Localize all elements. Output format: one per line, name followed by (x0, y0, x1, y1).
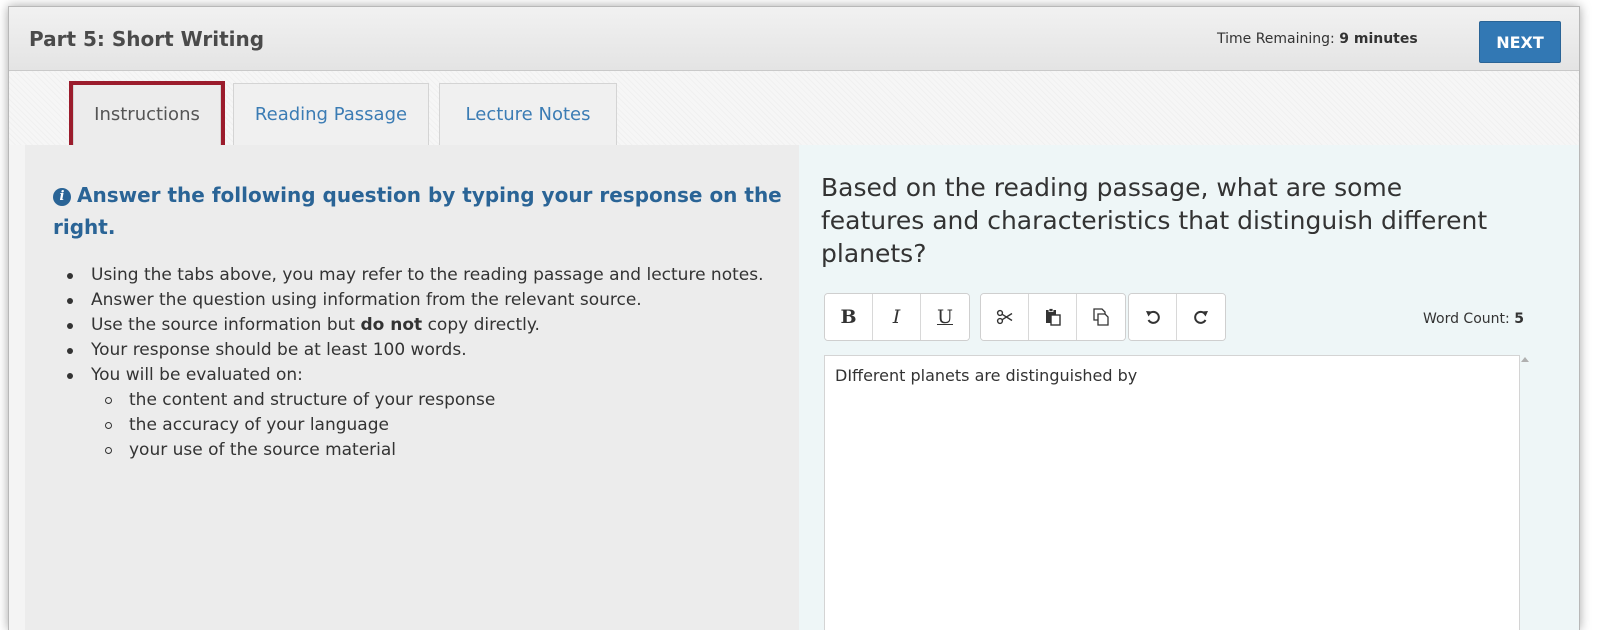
format-button-group: B I U (824, 293, 970, 341)
sub-list-item: your use of the source material (91, 438, 803, 463)
tab-bar: Instructions Reading Passage Lecture Not… (9, 71, 1579, 145)
list-item: Your response should be at least 100 wor… (53, 338, 803, 363)
cut-button[interactable] (981, 294, 1029, 340)
word-count-value: 5 (1514, 311, 1524, 327)
bold-button-label: B (840, 306, 857, 328)
list-item: Using the tabs above, you may refer to t… (53, 263, 803, 288)
word-count-label: Word Count: (1423, 311, 1510, 327)
underline-button-label: U (936, 306, 953, 328)
clipboard-button-group (980, 293, 1126, 341)
italic-button[interactable]: I (873, 294, 921, 340)
undo-icon (1145, 310, 1160, 324)
list-item-text: copy directly. (422, 315, 540, 335)
sub-list-item: the accuracy of your language (91, 413, 803, 438)
list-item: You will be evaluated on: the content an… (53, 363, 803, 463)
history-button-group (1128, 293, 1226, 341)
sub-list-item: the content and structure of your respon… (91, 388, 803, 413)
list-item: Use the source information but do not co… (53, 313, 803, 338)
list-item-text: You will be evaluated on: (91, 365, 303, 385)
time-remaining-value: 9 minutes (1339, 31, 1418, 47)
instructions-heading: i Answer the following question by typing… (53, 179, 783, 243)
tab-instructions[interactable]: Instructions (73, 83, 221, 145)
header-bar: Part 5: Short Writing Time Remaining: 9 … (9, 7, 1579, 71)
page-title: Part 5: Short Writing (29, 27, 265, 51)
time-remaining-label: Time Remaining: (1217, 31, 1335, 47)
list-item-text: Use the source information but (91, 315, 361, 335)
info-icon: i (53, 188, 71, 206)
bold-button[interactable]: B (825, 294, 873, 340)
cut-icon (996, 309, 1012, 325)
time-remaining: Time Remaining: 9 minutes (1217, 31, 1418, 47)
paste-button[interactable] (1029, 294, 1077, 340)
instructions-panel: i Answer the following question by typing… (25, 145, 799, 630)
instructions-list: Using the tabs above, you may refer to t… (53, 263, 803, 463)
redo-icon (1194, 310, 1208, 324)
response-input[interactable]: DIfferent planets are distinguished by (824, 355, 1520, 630)
copy-button[interactable] (1077, 294, 1125, 340)
redo-button[interactable] (1177, 294, 1225, 340)
evaluation-criteria-list: the content and structure of your respon… (91, 388, 803, 463)
question-text: Based on the reading passage, what are s… (821, 173, 1488, 268)
undo-button[interactable] (1129, 294, 1177, 340)
italic-button-label: I (892, 306, 901, 328)
next-button[interactable]: NEXT (1479, 21, 1561, 63)
tab-lecture-notes[interactable]: Lecture Notes (439, 83, 617, 145)
tab-reading-passage[interactable]: Reading Passage (233, 83, 429, 145)
response-panel: Based on the reading passage, what are s… (799, 145, 1579, 630)
copy-icon (1093, 308, 1109, 326)
underline-button[interactable]: U (921, 294, 969, 340)
list-item-bold: do not (360, 315, 423, 335)
instructions-heading-text: Answer the following question by typing … (53, 183, 782, 239)
exam-window: Part 5: Short Writing Time Remaining: 9 … (8, 6, 1580, 630)
word-count: Word Count: 5 (1423, 311, 1524, 327)
paste-icon (1045, 308, 1061, 326)
scroll-up-icon[interactable] (1521, 357, 1529, 362)
list-item: Answer the question using information fr… (53, 288, 803, 313)
